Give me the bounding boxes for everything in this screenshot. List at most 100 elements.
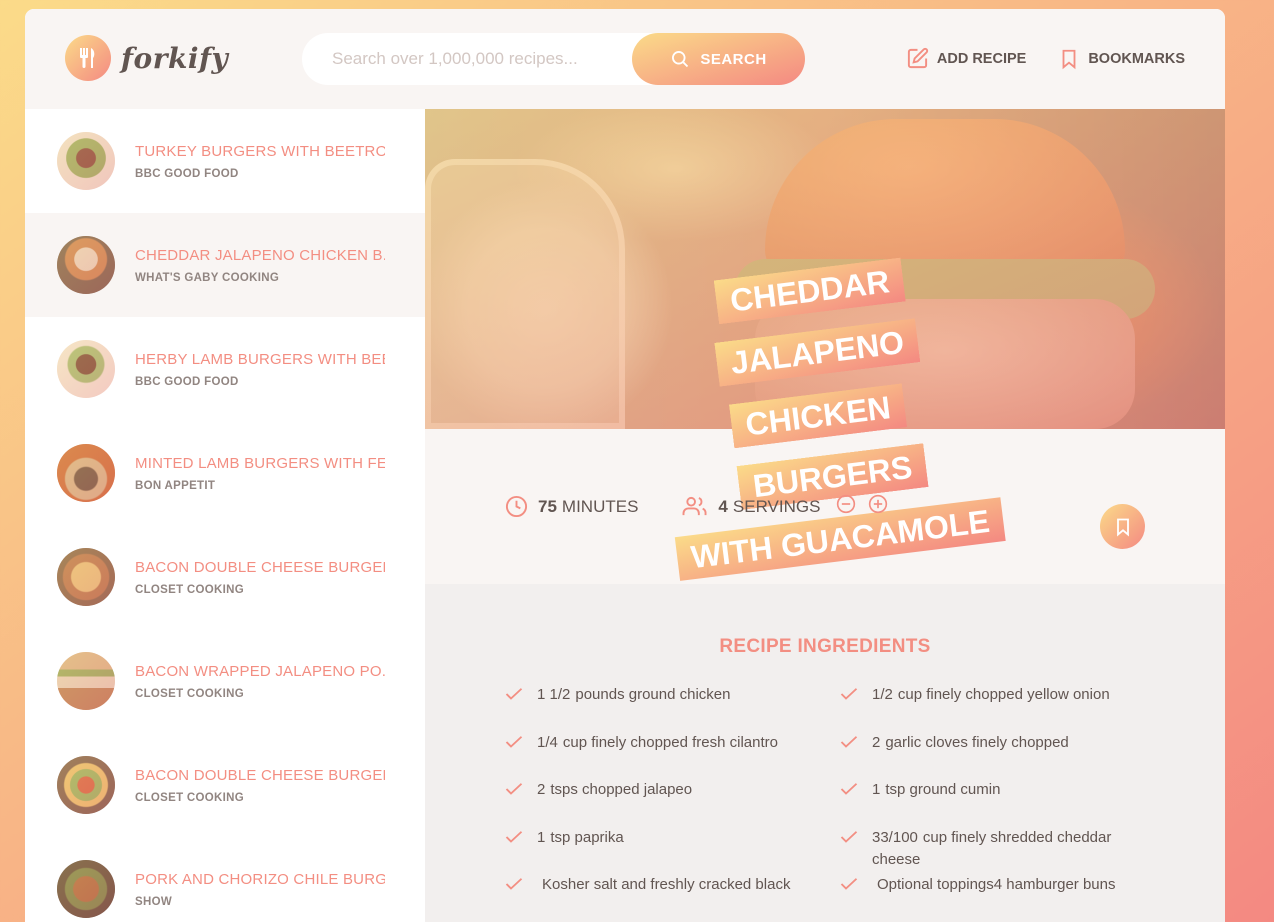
ingredient-item: Kosher salt and freshly cracked black: [505, 874, 840, 922]
recipe-ingredients: RECIPE INGREDIENTS 1 1/2 pounds ground ch…: [425, 584, 1225, 922]
search-input[interactable]: [332, 49, 632, 69]
recipe-details: 75 MINUTES 4 SERVINGS: [425, 429, 1225, 584]
ingredient-description: Optional toppings4 hamburger buns: [877, 876, 1116, 893]
result-publisher: BBC GOOD FOOD: [135, 375, 239, 388]
result-publisher: WHAT'S GABY COOKING: [135, 271, 280, 284]
result-title: CHEDDAR JALAPENO CHICKEN B...: [135, 246, 385, 264]
check-icon: [505, 688, 523, 700]
result-thumbnail: [57, 236, 115, 294]
recipe-figure: CHEDDAR JALAPENO CHICKEN BURGERS WITH GU…: [425, 109, 1225, 581]
nav: ADD RECIPE BOOKMARKS: [874, 47, 1185, 70]
ingredient-description: Kosher salt and freshly cracked black: [542, 876, 791, 893]
result-title: BACON DOUBLE CHEESE BURGER...: [135, 558, 385, 576]
ingredient-quantity: 1: [872, 781, 881, 798]
check-icon: [840, 735, 858, 748]
ingredient-quantity: 33/100: [872, 828, 918, 846]
cooking-time-value: 75: [538, 496, 557, 516]
bookmark-icon: [1116, 518, 1129, 536]
recipe-title-line: CHEDDAR JALAPENO: [713, 257, 921, 388]
recipe-view: CHEDDAR JALAPENO CHICKEN BURGERS WITH GU…: [425, 109, 1225, 922]
result-item[interactable]: HERBY LAMB BURGERS WITH BEE... BBC GOOD …: [25, 317, 425, 421]
result-publisher: CLOSET COOKING: [135, 687, 244, 700]
result-publisher: BON APPETIT: [135, 479, 216, 492]
result-publisher: BBC GOOD FOOD: [135, 167, 239, 180]
plus-circle-icon[interactable]: [868, 494, 898, 519]
servings-unit: SERVINGS: [732, 496, 821, 516]
result-item[interactable]: PORK AND CHORIZO CHILE BURG... SHOW: [25, 837, 425, 922]
check-icon: [840, 830, 858, 843]
servings-value: 4: [718, 496, 728, 516]
ingredient-list: 1 1/2 pounds ground chicken 1/2 cup finely…: [505, 684, 1145, 922]
ingredient-quantity: 1/2: [872, 686, 893, 703]
ingredient-quantity: 1 1/2: [537, 686, 571, 703]
ingredient-description: cup finely chopped yellow onion: [897, 686, 1110, 703]
result-item[interactable]: BACON DOUBLE CHEESE BURGER... CLOSET COO…: [25, 733, 425, 837]
check-icon: [505, 735, 523, 748]
result-thumbnail: [57, 860, 115, 918]
check-icon: [505, 783, 523, 795]
ingredient-item: 1 tsp ground cumin: [840, 779, 1145, 827]
result-title: PORK AND CHORIZO CHILE BURG...: [135, 870, 385, 888]
ingredient-quantity: 1: [537, 828, 546, 846]
result-item[interactable]: MINTED LAMB BURGERS WITH FE... BON APPET…: [25, 421, 425, 525]
cooking-time: 75 MINUTES: [505, 495, 638, 518]
result-thumbnail: [57, 756, 115, 814]
result-thumbnail: [57, 132, 115, 190]
search-icon: [672, 51, 689, 68]
check-icon: [840, 878, 858, 890]
logo[interactable]: forkify: [65, 35, 228, 81]
bookmark-recipe-button[interactable]: [1100, 504, 1145, 549]
header: forkify SEARCH ADD RECIPE: [25, 9, 1225, 109]
result-title: BACON DOUBLE CHEESE BURGER...: [135, 766, 385, 784]
ingredient-quantity: 1/4: [537, 733, 558, 751]
search-results: TURKEY BURGERS WITH BEETRO... BBC GOOD F…: [25, 109, 425, 922]
ingredient-description: cup finely chopped fresh cilantro: [562, 733, 778, 751]
ingredient-item: 1/2 cup finely chopped yellow onion: [840, 684, 1145, 732]
minus-circle-icon[interactable]: [836, 494, 866, 519]
search-button-label: SEARCH: [700, 50, 767, 68]
fork-knife-icon: [65, 35, 111, 81]
ingredient-quantity: 2: [872, 733, 881, 751]
edit-icon: [907, 47, 928, 69]
users-icon: [682, 496, 707, 516]
search-button[interactable]: SEARCH: [632, 33, 805, 85]
ingredient-description: tsp ground cumin: [885, 781, 1001, 798]
search-form: SEARCH: [302, 33, 805, 85]
check-icon: [840, 783, 858, 795]
ingredient-item: 1/4 cup finely chopped fresh cilantro: [505, 732, 840, 780]
ingredient-item: Optional toppings4 hamburger buns: [840, 874, 1145, 922]
result-item[interactable]: BACON DOUBLE CHEESE BURGER... CLOSET COO…: [25, 525, 425, 629]
ingredient-item: 1 1/2 pounds ground chicken: [505, 684, 840, 732]
ingredient-description: garlic cloves finely chopped: [885, 733, 1069, 751]
result-thumbnail: [57, 548, 115, 606]
result-thumbnail: [57, 652, 115, 710]
check-icon: [505, 878, 523, 890]
result-thumbnail: [57, 444, 115, 502]
result-item-active[interactable]: CHEDDAR JALAPENO CHICKEN B... WHAT'S GAB…: [25, 213, 425, 317]
result-publisher: SHOW: [135, 895, 172, 908]
result-title: TURKEY BURGERS WITH BEETRO...: [135, 142, 385, 160]
check-icon: [840, 688, 858, 700]
result-item[interactable]: TURKEY BURGERS WITH BEETRO... BBC GOOD F…: [25, 109, 425, 213]
result-title: MINTED LAMB BURGERS WITH FE...: [135, 454, 385, 472]
add-recipe-button[interactable]: ADD RECIPE: [906, 47, 1026, 70]
ingredient-quantity: 2: [537, 781, 546, 798]
bookmarks-button[interactable]: BOOKMARKS: [1058, 48, 1185, 70]
ingredient-item: 1 tsp paprika: [505, 827, 840, 875]
bookmarks-label: BOOKMARKS: [1088, 50, 1185, 67]
result-thumbnail: [57, 340, 115, 398]
app-container: forkify SEARCH ADD RECIPE: [25, 9, 1225, 922]
check-icon: [505, 830, 523, 843]
brand-name: forkify: [121, 41, 229, 75]
result-title: BACON WRAPPED JALAPENO PO...: [135, 662, 385, 680]
servings: 4 SERVINGS: [682, 494, 898, 519]
clock-icon: [505, 495, 528, 518]
ingredient-item: 2 garlic cloves finely chopped: [840, 732, 1145, 780]
ingredient-description: tsps chopped jalapeo: [550, 781, 693, 798]
bookmark-icon: [1062, 49, 1076, 69]
ingredients-heading: RECIPE INGREDIENTS: [719, 636, 931, 657]
result-publisher: CLOSET COOKING: [135, 583, 244, 596]
result-item[interactable]: BACON WRAPPED JALAPENO PO... CLOSET COOK…: [25, 629, 425, 733]
result-title: HERBY LAMB BURGERS WITH BEE...: [135, 350, 385, 368]
ingredient-description: pounds ground chicken: [575, 686, 731, 703]
